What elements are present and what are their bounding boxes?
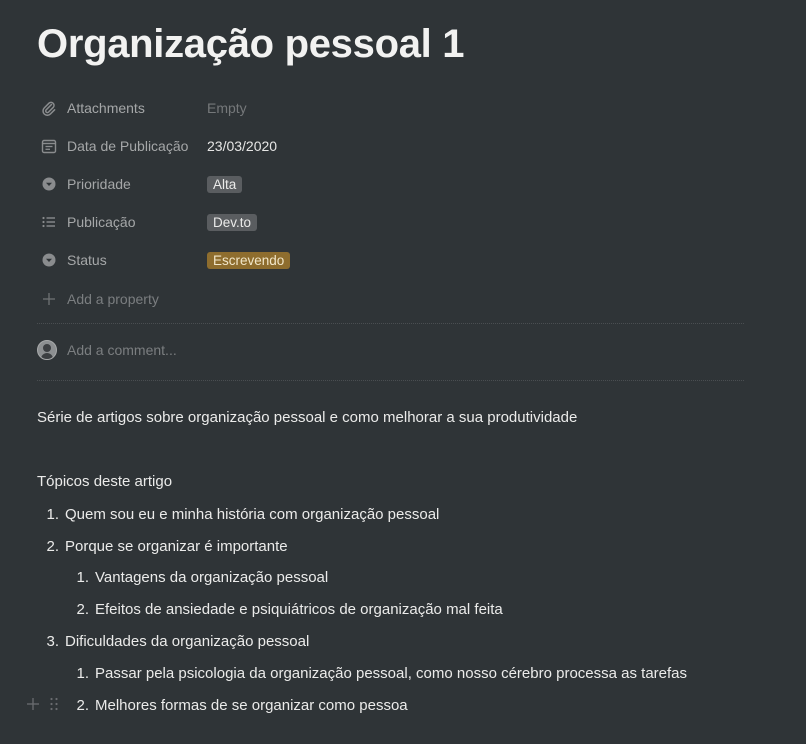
list-item-text: Melhores formas de se organizar como pes… xyxy=(95,697,408,714)
list-item[interactable]: 1. Quem sou eu e minha história com orga… xyxy=(37,506,439,523)
list-item[interactable]: 1. Passar pela psicologia da organização… xyxy=(67,665,687,682)
property-value[interactable]: Alta xyxy=(207,176,243,193)
drag-handle-icon[interactable] xyxy=(49,697,59,714)
intro-paragraph[interactable]: Série de artigos sobre organização pesso… xyxy=(37,409,577,426)
list-number: 2. xyxy=(46,538,59,555)
property-attachments[interactable]: Attachments Empty xyxy=(37,89,744,127)
block-controls xyxy=(26,697,59,714)
list-item[interactable]: 2. Porque se organizar é importante xyxy=(37,538,288,555)
list-number: 3. xyxy=(46,633,59,650)
add-property-label: Add a property xyxy=(67,291,159,307)
page-title[interactable]: Organização pessoal 1 xyxy=(37,22,465,67)
list-item[interactable]: 2. Melhores formas de se organizar como … xyxy=(67,697,408,714)
publication-tag: Dev.to xyxy=(207,214,258,231)
list-number: 1. xyxy=(46,506,59,523)
property-value[interactable]: 23/03/2020 xyxy=(207,138,277,154)
list-number: 1. xyxy=(76,569,89,586)
property-status[interactable]: Status Escrevendo xyxy=(37,241,744,279)
property-value[interactable]: Escrevendo xyxy=(207,252,291,269)
property-name: Attachments xyxy=(67,100,145,116)
divider xyxy=(37,323,744,324)
divider xyxy=(37,380,744,381)
plus-icon xyxy=(40,290,58,308)
list-item-text: Vantagens da organização pessoal xyxy=(95,569,329,586)
property-prioridade[interactable]: Prioridade Alta xyxy=(37,165,744,203)
list-item-text: Quem sou eu e minha história com organiz… xyxy=(65,506,440,523)
select-icon xyxy=(40,175,58,193)
property-name: Publicação xyxy=(67,214,136,230)
list-number: 2. xyxy=(76,697,89,714)
list-number: 1. xyxy=(76,665,89,682)
list-item[interactable]: 1. Vantagens da organização pessoal xyxy=(67,569,328,586)
add-block-icon[interactable] xyxy=(26,697,40,714)
comment-row[interactable]: Add a comment... xyxy=(37,338,177,362)
list-number: 2. xyxy=(76,601,89,618)
select-icon xyxy=(40,251,58,269)
comment-input[interactable]: Add a comment... xyxy=(67,342,177,358)
list-item-text: Porque se organizar é importante xyxy=(65,538,288,555)
avatar xyxy=(37,340,57,360)
topics-heading[interactable]: Tópicos deste artigo xyxy=(37,473,172,490)
property-name: Prioridade xyxy=(67,176,131,192)
add-property-button[interactable]: Add a property xyxy=(37,280,744,318)
list-item-text: Dificuldades da organização pessoal xyxy=(65,633,310,650)
property-value[interactable]: Dev.to xyxy=(207,214,258,231)
property-value[interactable]: Empty xyxy=(207,100,247,116)
list-item[interactable]: 2. Efeitos de ansiedade e psiquiátricos … xyxy=(67,601,503,618)
property-data-de-publicacao[interactable]: Data de Publicação 23/03/2020 xyxy=(37,127,744,165)
calendar-icon xyxy=(40,137,58,155)
list-item-text: Efeitos de ansiedade e psiquiátricos de … xyxy=(95,601,503,618)
property-name: Status xyxy=(67,252,107,268)
list-item[interactable]: 3. Dificuldades da organização pessoal xyxy=(37,633,309,650)
status-tag: Escrevendo xyxy=(207,252,291,269)
paperclip-icon xyxy=(40,99,58,117)
property-name: Data de Publicação xyxy=(67,138,189,154)
list-icon xyxy=(40,213,58,231)
priority-tag: Alta xyxy=(207,176,243,193)
property-publicacao[interactable]: Publicação Dev.to xyxy=(37,203,744,241)
list-item-text: Passar pela psicologia da organização pe… xyxy=(95,665,688,682)
